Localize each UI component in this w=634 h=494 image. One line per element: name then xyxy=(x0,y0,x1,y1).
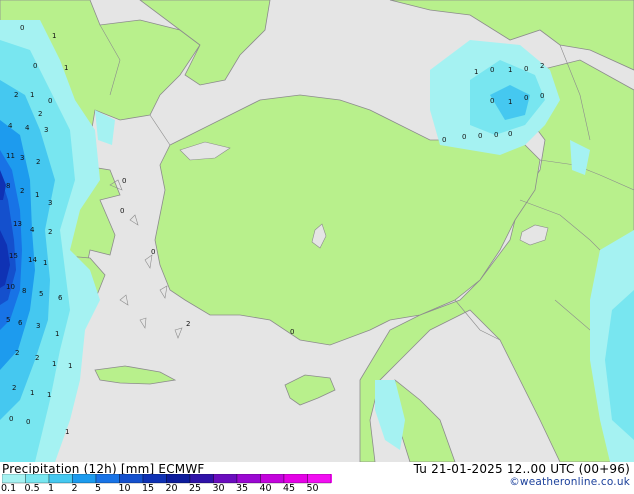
precip-value: 2 xyxy=(15,349,19,357)
precip-value: 1 xyxy=(65,428,69,436)
precip-value: 0 xyxy=(48,97,52,105)
precip-value: 1 xyxy=(508,66,512,74)
precip-value: 0 xyxy=(290,328,294,336)
precip-value: 5 xyxy=(6,316,10,324)
precip-value: 0 xyxy=(478,132,482,140)
scale-swatch xyxy=(166,473,191,484)
forecast-datetime: Tu 21-01-2025 12..00 UTC (00+96) xyxy=(413,462,630,476)
precip-value: 0 xyxy=(508,130,512,138)
precip-value: 2 xyxy=(36,158,40,166)
precip-value: 0 xyxy=(462,133,466,141)
precip-value: 4 xyxy=(30,226,35,234)
precip-value: 8 xyxy=(22,287,26,295)
precip-value: 1 xyxy=(52,360,56,368)
precip-value: 15 xyxy=(9,252,18,260)
precip-value: 0 xyxy=(442,136,446,144)
precip-value: 2 xyxy=(540,62,544,70)
precip-value: 0 xyxy=(490,66,494,74)
precip-value: 2 xyxy=(12,384,16,392)
scale-label: 15 xyxy=(142,483,155,494)
scale-swatch xyxy=(283,473,308,484)
precip-value: 0 xyxy=(151,248,155,256)
precip-value: 2 xyxy=(186,320,190,328)
scale-label: 25 xyxy=(189,483,202,494)
precip-value: 1 xyxy=(30,389,34,397)
precip-value: 6 xyxy=(58,294,63,302)
precip-value: 0 xyxy=(9,415,13,423)
precip-value: 1 xyxy=(30,91,34,99)
precip-value: 1 xyxy=(68,362,72,370)
scale-swatch xyxy=(25,473,50,484)
precip-value: 2 xyxy=(35,354,39,362)
scale-label: 1 xyxy=(48,483,55,494)
scale-overflow-arrow xyxy=(331,474,349,483)
precip-value: 2 xyxy=(38,110,42,118)
scale-label: 10 xyxy=(118,483,131,494)
precip-value: 0 xyxy=(122,177,126,185)
scale-swatch xyxy=(119,473,144,484)
precip-value: 3 xyxy=(20,154,24,162)
precip-value: 1 xyxy=(43,259,47,267)
scale-swatch xyxy=(142,473,167,484)
precip-value: 1 xyxy=(474,68,478,76)
precip-value: 4 xyxy=(25,124,30,132)
precip-value: 14 xyxy=(28,256,37,264)
scale-label: 30 xyxy=(212,483,225,494)
scale-label: 45 xyxy=(283,483,296,494)
precip-value: 0 xyxy=(490,97,494,105)
credit-link[interactable]: ©weatheronline.co.uk xyxy=(509,476,630,488)
precip-value: 6 xyxy=(18,319,23,327)
scale-swatch xyxy=(260,473,285,484)
precip-value: 0 xyxy=(524,94,528,102)
precip-value: 0 xyxy=(524,65,528,73)
precip-value: 5 xyxy=(39,290,43,298)
color-scale-legend: 0.1 0.5 1 2 5 10 15 20 25 30 35 40 45 50 xyxy=(1,473,349,494)
scale-swatch xyxy=(48,473,73,484)
precip-value: 13 xyxy=(13,220,22,228)
precip-value: 3 xyxy=(36,322,40,330)
chart-footer: Precipitation (12h) [mm] ECMWF Tu 21-01-… xyxy=(0,462,634,494)
scale-label: 20 xyxy=(165,483,178,494)
precip-value: 3 xyxy=(44,126,48,134)
scale-label: 40 xyxy=(259,483,272,494)
precip-value: 1 xyxy=(47,391,51,399)
precip-value: 1 xyxy=(35,191,39,199)
scale-label: 0.1 xyxy=(1,483,17,494)
precip-value: 0 xyxy=(20,24,24,32)
scale-label: 0.5 xyxy=(24,483,40,494)
precip-value: 1 xyxy=(64,64,68,72)
precip-value: 11 xyxy=(6,152,15,160)
precip-value: 1 xyxy=(508,98,512,106)
scale-swatch xyxy=(307,473,332,484)
precip-value: 8 xyxy=(6,182,10,190)
precip-value: 3 xyxy=(48,199,52,207)
precip-value: 1 xyxy=(55,330,59,338)
scale-swatch xyxy=(72,473,97,484)
scale-label: 50 xyxy=(306,483,319,494)
precip-value: 2 xyxy=(48,228,52,236)
scale-label: 35 xyxy=(236,483,249,494)
precip-value: 0 xyxy=(540,92,544,100)
precip-value: 0 xyxy=(494,131,498,139)
precip-value: 1 xyxy=(52,32,56,40)
precip-value: 0 xyxy=(120,207,124,215)
scale-swatch xyxy=(213,473,238,484)
scale-swatch xyxy=(95,473,120,484)
precip-value: 2 xyxy=(20,187,24,195)
scale-swatch xyxy=(1,473,26,484)
weather-chart: 0 1 0 1 2 1 0 4 4 2 3 11 3 2 8 2 1 3 13 4 2 15 14 1 10 8 5 6 5 6 3 1 2 2 1… xyxy=(0,0,634,494)
scale-swatch xyxy=(189,473,214,484)
precip-value: 10 xyxy=(6,283,15,291)
precip-value: 2 xyxy=(14,91,18,99)
scale-label: 5 xyxy=(95,483,102,494)
scale-swatch xyxy=(236,473,261,484)
precip-value: 0 xyxy=(33,62,37,70)
precip-value: 0 xyxy=(26,418,30,426)
scale-label: 2 xyxy=(71,483,78,494)
precipitation-map: 010 12 104 42311 3 282 13134 215 14 110 8 5 65 6 31221… xyxy=(0,0,634,462)
precip-value: 4 xyxy=(8,122,13,130)
